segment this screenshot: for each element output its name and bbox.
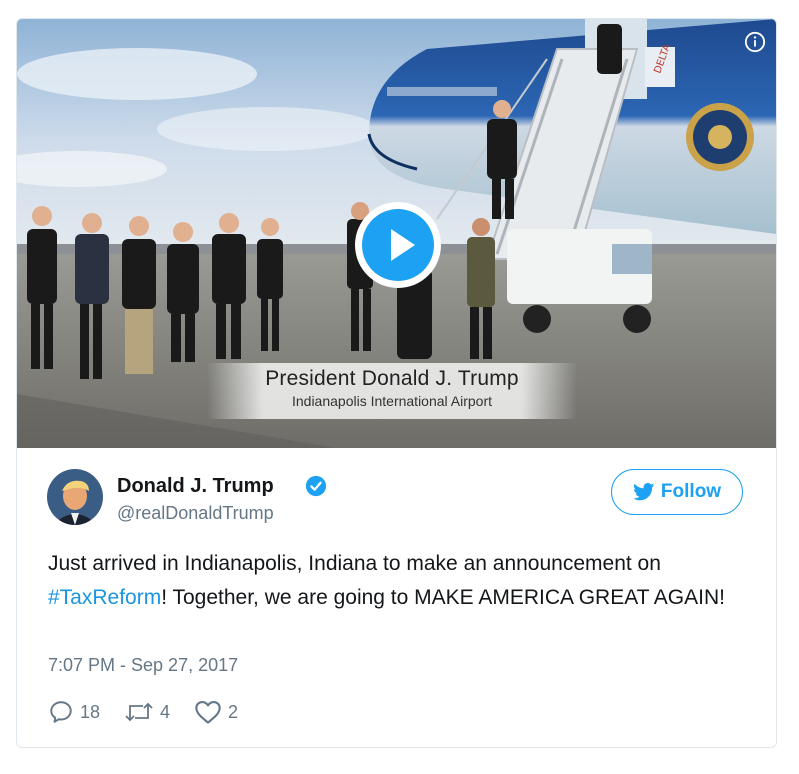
like-count: 2: [228, 701, 239, 722]
heart-icon: [195, 701, 221, 724]
video-thumbnail[interactable]: DELTA President Donald J. Trump Indianap…: [17, 19, 776, 448]
play-icon: [391, 229, 415, 261]
retweet-icon: [125, 702, 153, 722]
author-name[interactable]: Donald J. Trump: [117, 475, 274, 498]
reply-icon: [50, 701, 72, 723]
author-handle[interactable]: @realDonaldTrump: [117, 503, 274, 524]
tweet-timestamp[interactable]: 7:07 PM - Sep 27, 2017: [48, 655, 238, 676]
caption-title: President Donald J. Trump: [265, 367, 519, 390]
reply-button[interactable]: 18: [48, 699, 100, 725]
info-icon[interactable]: [744, 31, 766, 53]
tweet-text-before: Just arrived in Indianapolis, Indiana to…: [48, 552, 661, 575]
verified-badge-icon: [305, 475, 327, 497]
hashtag-link[interactable]: #TaxReform: [48, 586, 161, 609]
retweet-button[interactable]: 4: [124, 700, 170, 724]
like-button[interactable]: 2: [194, 699, 238, 725]
play-button-circle: [362, 209, 434, 281]
follow-button[interactable]: Follow: [611, 469, 743, 515]
tweet-text-after: ! Together, we are going to MAKE AMERICA…: [161, 586, 725, 609]
caption-subtitle: Indianapolis International Airport: [291, 393, 493, 409]
play-button[interactable]: [355, 202, 441, 288]
embedded-tweet-card: DELTA President Donald J. Trump Indianap…: [16, 18, 777, 748]
avatar[interactable]: [47, 469, 103, 525]
avatar-image: [47, 469, 103, 525]
tweet-actions: 18 4 2: [48, 697, 262, 727]
reply-count: 18: [80, 701, 101, 722]
video-caption: President Donald J. Trump Indianapolis I…: [207, 363, 577, 419]
follow-label: Follow: [660, 481, 722, 502]
twitter-bird-icon: [633, 483, 655, 501]
tweet-text: Just arrived in Indianapolis, Indiana to…: [48, 547, 748, 615]
retweet-count: 4: [160, 701, 171, 722]
